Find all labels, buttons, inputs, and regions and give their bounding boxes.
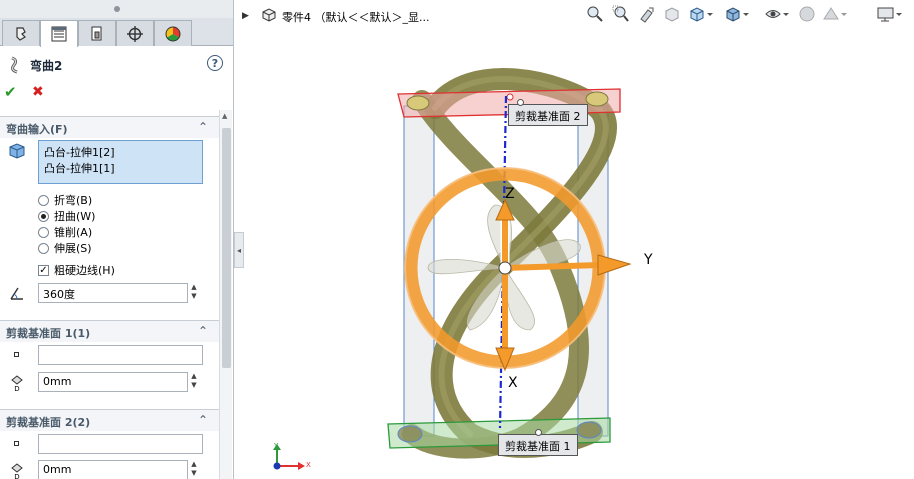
flex-input-header: 弯曲输入(F) xyxy=(6,123,68,136)
trim-plane-2-tag[interactable]: 剪裁基准面 2 xyxy=(508,104,588,126)
trim-plane-1-reference-input[interactable] xyxy=(38,345,203,365)
trim-plane-1-header: 剪裁基准面 1(1) xyxy=(6,327,91,340)
tab-display-manager[interactable] xyxy=(154,20,192,46)
crosshair-icon xyxy=(127,25,143,42)
tab-configuration-manager[interactable] xyxy=(78,20,116,46)
y-axis-label: Y xyxy=(644,252,653,268)
trim-plane-1-distance-input[interactable]: 0mm xyxy=(38,372,188,392)
triad-y-label: Y xyxy=(274,442,279,450)
option-label: 锥削(A) xyxy=(54,226,93,239)
angle-input[interactable]: 360度 xyxy=(38,283,188,303)
distance-icon: D xyxy=(11,463,23,479)
trim-plane-2-reference-input[interactable] xyxy=(38,434,203,454)
grip-dot-icon xyxy=(114,6,120,12)
manager-tabs xyxy=(0,18,233,47)
trim-plane-2-distance-input[interactable]: 0mm xyxy=(38,460,188,479)
trim-plane-2-header: 剪裁基准面 2(2) xyxy=(6,416,91,429)
reference-icon xyxy=(14,441,19,446)
radio-tapering[interactable] xyxy=(38,226,49,238)
bodies-icon xyxy=(9,143,25,159)
color-wheel-icon xyxy=(165,26,181,41)
radio-stretching[interactable] xyxy=(38,242,49,254)
angle-stepper[interactable]: ▲ ▼ xyxy=(188,283,200,303)
property-list-icon xyxy=(51,26,67,42)
feature-title-row: 弯曲2 ? xyxy=(0,46,233,82)
feature-title: 弯曲2 xyxy=(30,59,63,73)
property-manager-panel: 弯曲2 ? ✔ ✖ 弯曲输入(F) ⌃ 凸台-拉伸1[2] 凸台-拉伸1[1] … xyxy=(0,0,234,479)
bodies-selection-list[interactable]: 凸台-拉伸1[2] 凸台-拉伸1[1] xyxy=(38,140,203,184)
list-item[interactable]: 凸台-拉伸1[1] xyxy=(44,160,115,176)
trim-plane-1-tag[interactable]: 剪裁基准面 1 xyxy=(498,434,578,456)
triad-x-label: X xyxy=(306,461,311,469)
trim-plane-2-section-header[interactable]: 剪裁基准面 2(2) ⌃ xyxy=(0,409,219,431)
cancel-button[interactable]: ✖ xyxy=(32,84,48,100)
flex-input-section-header[interactable]: 弯曲输入(F) ⌃ xyxy=(0,116,219,138)
option-label: 折弯(B) xyxy=(54,194,93,207)
distance-stepper[interactable]: ▲ ▼ xyxy=(188,460,200,479)
help-button[interactable]: ? xyxy=(207,55,223,71)
option-label: 扭曲(W) xyxy=(54,210,96,223)
z-axis-label: Z xyxy=(505,186,515,202)
panel-collapse-handle[interactable]: ◂ xyxy=(234,232,244,268)
option-twisting[interactable]: 扭曲(W) xyxy=(38,208,95,224)
chevron-up-icon[interactable]: ⌃ xyxy=(198,324,208,338)
option-label: 伸展(S) xyxy=(54,242,92,255)
svg-text:D: D xyxy=(14,473,19,479)
list-item[interactable]: 凸台-拉伸1[2] xyxy=(44,144,115,160)
distance-icon: D xyxy=(11,375,23,392)
option-stretching[interactable]: 伸展(S) xyxy=(38,240,92,256)
tab-feature-manager[interactable] xyxy=(2,20,40,46)
scroll-up-icon[interactable]: ▲ xyxy=(222,112,227,120)
tab-dimxpert-manager[interactable] xyxy=(116,20,154,46)
scrollbar-thumb[interactable] xyxy=(222,128,231,368)
radio-twisting[interactable] xyxy=(38,210,49,222)
model-scene xyxy=(273,68,632,470)
chevron-up-icon[interactable]: ⌃ xyxy=(198,120,208,134)
option-tapering[interactable]: 锥削(A) xyxy=(38,224,92,240)
tag-handle[interactable] xyxy=(535,429,542,436)
configuration-icon xyxy=(91,26,102,40)
trim-plane-1-section-header[interactable]: 剪裁基准面 1(1) ⌃ xyxy=(0,320,219,342)
tag-handle[interactable] xyxy=(517,99,524,106)
hard-edges-label: 粗硬边线(H) xyxy=(54,264,115,277)
distance-stepper[interactable]: ▲ ▼ xyxy=(188,372,200,392)
graphics-viewport[interactable]: ▶ 零件4 （默认＜＜默认＞_显... Z Y X Y X 剪裁基准面 2 剪裁… xyxy=(234,0,914,479)
radio-bending[interactable] xyxy=(38,194,49,206)
svg-text:D: D xyxy=(14,385,19,392)
panel-scrollbar[interactable]: ▲ xyxy=(219,110,232,479)
angle-icon xyxy=(10,287,23,300)
ok-button[interactable]: ✔ xyxy=(4,84,20,100)
reference-icon xyxy=(14,352,19,357)
hard-edges-checkbox[interactable]: ✓ xyxy=(38,264,49,276)
hard-edges-row[interactable]: ✓ 粗硬边线(H) xyxy=(38,262,115,278)
chevron-up-icon[interactable]: ⌃ xyxy=(198,413,208,427)
option-bending[interactable]: 折弯(B) xyxy=(38,192,92,208)
feature-tree-icon xyxy=(16,26,26,41)
tab-property-manager[interactable] xyxy=(40,20,78,47)
x-axis-label: X xyxy=(508,375,518,391)
flex-feature-icon xyxy=(11,56,18,74)
panel-grip[interactable] xyxy=(0,0,233,18)
